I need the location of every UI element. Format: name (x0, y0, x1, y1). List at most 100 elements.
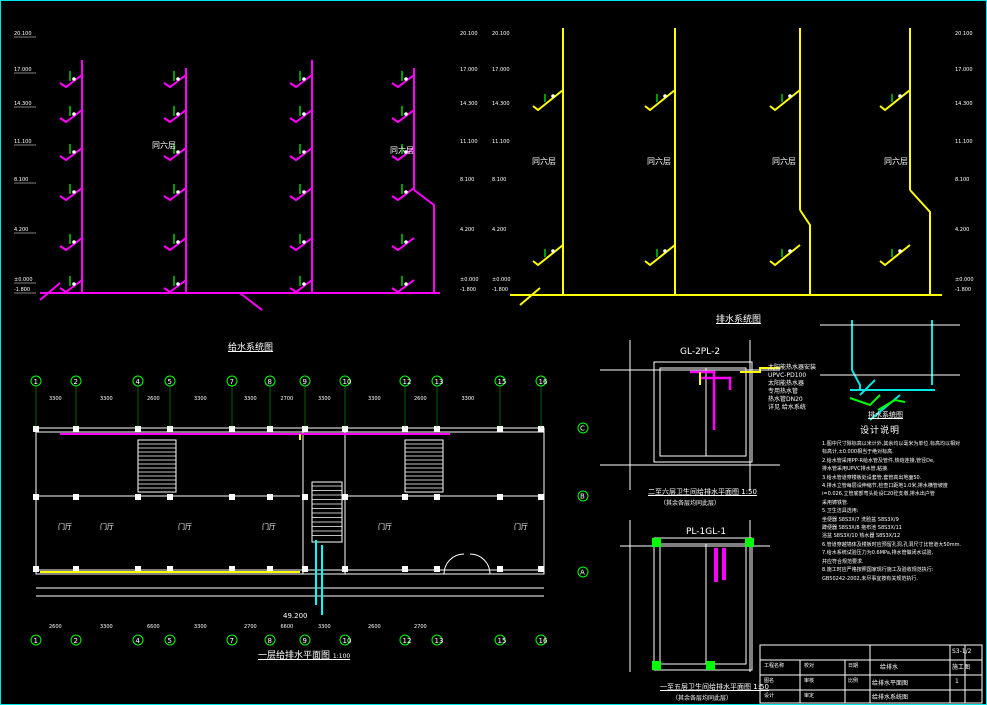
grid-bubble-label: 4 (136, 378, 141, 386)
grid-bubble-label: B (580, 493, 585, 501)
grid-bubble-label: 13 (435, 378, 444, 386)
detail-note: 热水管DN20 (768, 396, 803, 403)
grid-bubble-label: 13 (435, 637, 444, 645)
detail-note: 专用热水管 (768, 388, 799, 395)
design-note-line: 并应符合规范要求. (822, 558, 864, 565)
water-supply-system-diagram (39, 60, 440, 311)
plan-total-dim: 49.200 (283, 612, 308, 620)
grid-bubble-label: 12 (403, 637, 412, 645)
floor-plan: 11224455778899101012121313151516163300 33… (30, 375, 589, 646)
elevation-label: 20.100 (492, 31, 510, 37)
elevation-label: 11.100 (492, 139, 510, 145)
grid-bubble-label: 7 (230, 378, 234, 386)
design-note-line: 6.管道穿越墙体及楼板时应预留孔洞,孔洞尺寸比管道大50mm. (822, 541, 962, 548)
title-block-stage: 施工图 (952, 664, 971, 671)
design-note-line: i=0.026,立管底部弯头处设C20砼支墩,排水出户管 (822, 491, 935, 498)
detail-note: UPVC-PD100 (768, 372, 807, 379)
detail-note: 太阳能热水器安装 (768, 364, 817, 371)
elevation-label: 11.100 (460, 139, 478, 145)
supply-floor-tag: 同六层 (152, 141, 176, 150)
grid-bubble-label: 1 (34, 378, 38, 386)
grid-bubble-label: 12 (403, 378, 412, 386)
elevation-label: 17.000 (492, 67, 510, 73)
elevation-label: ±0.000 (492, 277, 511, 283)
title-block-cell: 设计 (764, 693, 775, 699)
elevation-label: 8.100 (955, 177, 969, 183)
toilet-detail-upper (600, 340, 780, 490)
room-label: 门厅 (262, 523, 276, 531)
dimension-label: 3300 (194, 624, 207, 630)
grid-bubble-label: 8 (268, 637, 272, 645)
elevation-label: 4.200 (492, 227, 506, 233)
design-note-line: 排水管采用UPVC排水管,粘接. (822, 466, 889, 473)
drain-branch-pipes (532, 89, 911, 267)
elevation-label: 20.100 (955, 31, 973, 37)
detail2-title: PL-1GL-1 (686, 527, 727, 537)
design-note-line: 标高计,±0.000相当于绝对标高. (822, 449, 894, 456)
grid-bubble-label: 7 (230, 637, 234, 645)
dimension-label: 3300 (100, 624, 113, 630)
elevation-label: ±0.000 (955, 277, 974, 283)
title-block-cell: 比例 (848, 678, 859, 684)
supply-floor-tag-2: 同六层 (390, 146, 414, 155)
dimension-label: 2600 (147, 396, 160, 402)
elevation-label: 17.000 (460, 67, 478, 73)
dimension-label: 3300 (100, 396, 113, 402)
detail-note: 太阳能热水器 (768, 380, 805, 387)
grid-bubble-label: 9 (303, 637, 307, 645)
dimension-label: 6600 (147, 624, 160, 630)
design-notes-title: 设计说明 (860, 426, 901, 436)
design-note-line: 浴盆 S8S3X/10 热水器 S8S3X/12 (822, 533, 901, 540)
elevation-label: ±0.000 (460, 277, 479, 283)
design-note-line: 1.图中尺寸除标高以米计外,其余均以毫米为单位.标高均以相对 (822, 441, 960, 447)
drain-detail-diagram (850, 320, 935, 421)
drain-floor-tag-3: 同六层 (772, 157, 796, 166)
plan-caption: 一层给排水平面图 1:100 (258, 651, 351, 661)
drain-floor-tag-4: 同六层 (884, 157, 908, 166)
detail1-caption: 二至六层卫生间给排水平面图 1:50 (648, 488, 757, 496)
dimension-label: 2700 (281, 396, 294, 402)
drain-system-caption: 排水系统图 (716, 315, 762, 325)
grid-bubble-label: 4 (136, 637, 141, 645)
title-block-row1: 给排水 (880, 664, 899, 671)
elevation-label: 8.100 (492, 177, 506, 183)
elevation-label: 11.100 (14, 139, 32, 145)
dimension-label: 3300 (368, 396, 381, 402)
grid-bubble-label: 2 (74, 637, 78, 645)
dimension-label: 2700 (414, 624, 427, 630)
grid-bubble-label: C (580, 425, 585, 433)
grid-bubble-label: A (580, 569, 585, 577)
supply-branch-pipes (59, 71, 415, 294)
elevation-label: -1.800 (955, 287, 971, 293)
title-block-row2a: 给排水平面图 (872, 680, 909, 687)
drain-detail-caption: 排水系统图 (868, 411, 903, 419)
elevation-label: -1.800 (492, 287, 508, 293)
title-block-cell: 校对 (804, 663, 815, 669)
elevation-label: 20.100 (14, 31, 32, 37)
elevation-label: 11.100 (955, 139, 973, 145)
elevation-label: 20.100 (460, 31, 478, 37)
elevation-label: 14.300 (460, 101, 478, 107)
elevation-label: 4.200 (460, 227, 474, 233)
elevation-label: 8.100 (460, 177, 474, 183)
grid-bubble-label: 15 (498, 378, 507, 386)
room-label: 门厅 (514, 523, 528, 531)
grid-bubble-label: 5 (168, 637, 172, 645)
grid-bubble-label: 16 (539, 378, 548, 386)
supply-system-caption: 给水系统图 (228, 343, 274, 353)
detail2-sub: （其余各层均同此层） (672, 695, 733, 702)
cad-drawing: 20.100 20.100 17.000 17.000 14.300 14.300 11.1… (14, 28, 983, 704)
dimension-label: 3300 (318, 624, 331, 630)
elevation-label: 14.300 (14, 101, 32, 107)
design-note-line: 3.给水管道穿楼板处设套管,套管高出地面50. (822, 474, 922, 481)
title-block-cell: 图名 (764, 678, 775, 684)
elevation-label: 14.300 (492, 101, 510, 107)
room-label: 门厅 (100, 523, 114, 531)
elevation-label: -1.800 (460, 287, 476, 293)
design-note-line: 8.施工时应严格按照国家现行施工及验收规范执行: (822, 567, 934, 574)
design-note-line: 坐便器 S8S3X/7 洗脸盆 S8S3X/9 (822, 516, 899, 523)
room-label: 门厅 (58, 523, 72, 531)
dimension-label: 3300 (244, 396, 257, 402)
dimension-label: 2600 (414, 396, 427, 402)
design-note-line: 蹲便器 S8S3X/8 拖布池 S8S3X/11 (822, 525, 902, 532)
